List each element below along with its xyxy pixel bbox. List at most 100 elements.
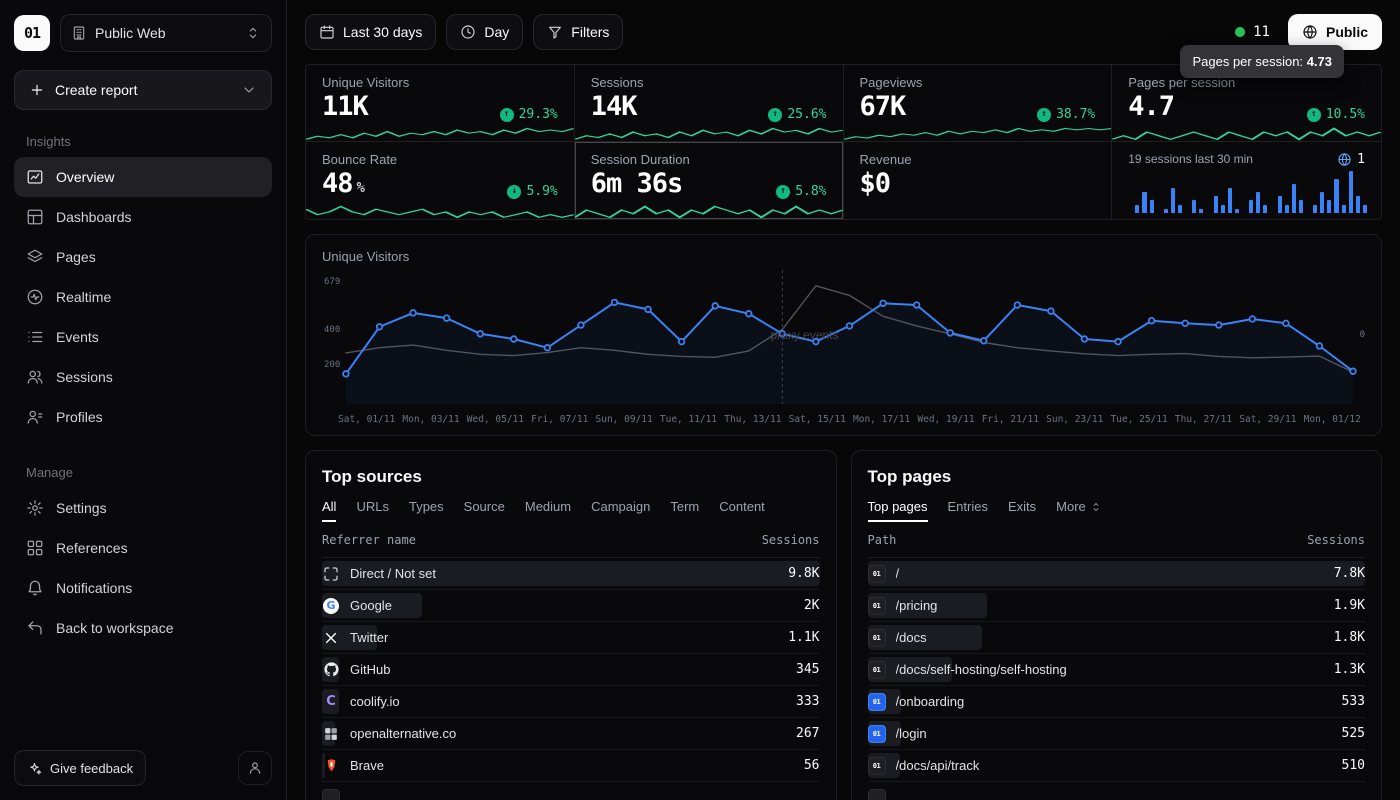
sidebar-item-references[interactable]: References: [14, 528, 272, 568]
table-row-partial[interactable]: [868, 782, 1366, 800]
tab-medium[interactable]: Medium: [525, 499, 571, 522]
x-tick-label: Mon, 03/11: [402, 414, 459, 425]
table-row[interactable]: GitHub 345: [322, 654, 820, 686]
x-tick-label: Mon, 01/12: [1304, 414, 1361, 425]
sidebar-item-profiles[interactable]: Profiles: [14, 397, 272, 437]
top-sources-card: Top sources All URLs Types Source Medium…: [305, 450, 837, 800]
live-bar: [1299, 200, 1303, 213]
openpanel-favicon: 01: [868, 597, 886, 615]
sidebar-item-events[interactable]: Events: [14, 317, 272, 357]
table-row[interactable]: 01 /login 525: [868, 718, 1366, 750]
create-report-button[interactable]: Create report: [14, 70, 272, 110]
content: Unique Visitors 11K ↑ 29.3% Sessions 14K…: [287, 64, 1400, 800]
live-bar: [1313, 205, 1317, 213]
table-row[interactable]: 01 /onboarding 533: [868, 686, 1366, 718]
table-row[interactable]: 01 /docs 1.8K: [868, 622, 1366, 654]
sessions-value: 7.8K: [1334, 566, 1365, 581]
metric-unique-visitors[interactable]: Unique Visitors 11K ↑ 29.3%: [306, 65, 575, 142]
change-badge: ↑ 38.7%: [1037, 107, 1095, 122]
table-row[interactable]: 01 / 7.8K: [868, 558, 1366, 590]
sparkles-icon: [27, 761, 42, 776]
tab-term[interactable]: Term: [670, 499, 699, 522]
data-point: [981, 338, 987, 344]
live-bar: [1192, 200, 1196, 213]
sidebar-item-pages[interactable]: Pages: [14, 237, 272, 277]
users-icon: [26, 368, 44, 386]
live-visitors-indicator[interactable]: 11: [1235, 24, 1270, 40]
interval-button[interactable]: Day: [446, 14, 523, 50]
user-profile-button[interactable]: [238, 751, 272, 785]
page-path: /: [896, 566, 900, 581]
sparkline-path: [1112, 129, 1381, 140]
tooltip-label: Pages per session:: [1192, 54, 1303, 69]
live-sessions-card[interactable]: 19 sessions last 30 min 1: [1112, 142, 1381, 219]
table-row[interactable]: 01 /docs/api/track 510: [868, 750, 1366, 782]
sidebar-item-sessions[interactable]: Sessions: [14, 357, 272, 397]
sidebar-footer: Give feedback: [14, 750, 272, 786]
sidebar-item-notifications[interactable]: Notifications: [14, 568, 272, 608]
metric-sessions[interactable]: Sessions 14K ↑ 25.6%: [575, 65, 844, 142]
data-point: [1048, 308, 1054, 314]
sidebar-item-overview[interactable]: Overview: [14, 157, 272, 197]
metric-session-duration[interactable]: Session Duration 6m 36s ↑ 5.8%: [575, 142, 844, 219]
change-badge: ↑ 10.5%: [1307, 107, 1365, 122]
table-row[interactable]: Brave 56: [322, 750, 820, 782]
give-feedback-button[interactable]: Give feedback: [14, 750, 146, 786]
sidebar-item-settings[interactable]: Settings: [14, 488, 272, 528]
change-value: 38.7%: [1056, 107, 1095, 122]
tab-top-pages[interactable]: Top pages: [868, 499, 928, 522]
tab-content[interactable]: Content: [719, 499, 765, 522]
tab-more[interactable]: More: [1056, 499, 1102, 522]
x-tick-label: Wed, 05/11: [467, 414, 524, 425]
table-row[interactable]: Twitter 1.1K: [322, 622, 820, 654]
sessions-value: 345: [796, 662, 819, 677]
chart-plot[interactable]: 200400679 proxy events 0: [322, 266, 1365, 406]
tab-entries[interactable]: Entries: [948, 499, 988, 522]
google-icon: G: [322, 597, 340, 615]
table-row[interactable]: openalternative.co 267: [322, 718, 820, 750]
table-row-partial[interactable]: [322, 782, 820, 800]
live-bar: [1178, 205, 1182, 213]
sessions-value: 56: [804, 758, 820, 773]
give-feedback-label: Give feedback: [50, 761, 133, 776]
live-bar: [1349, 171, 1353, 213]
table-row[interactable]: C coolify.io 333: [322, 686, 820, 718]
table-row[interactable]: 01 /docs/self-hosting/self-hosting 1.3K: [868, 654, 1366, 686]
sparkline: [1112, 126, 1381, 141]
tab-campaign[interactable]: Campaign: [591, 499, 650, 522]
filters-button[interactable]: Filters: [533, 14, 623, 50]
workspace-selector[interactable]: Public Web: [60, 14, 272, 52]
section-insights-label: Insights: [26, 134, 272, 149]
sparkline-path: [575, 207, 843, 218]
sidebar-item-realtime[interactable]: Realtime: [14, 277, 272, 317]
direct-icon: [322, 565, 340, 583]
metric-pageviews[interactable]: Pageviews 67K ↑ 38.7%: [844, 65, 1113, 142]
openpanel-favicon: 01: [868, 565, 886, 583]
tab-source[interactable]: Source: [464, 499, 505, 522]
tab-all[interactable]: All: [322, 499, 336, 522]
tab-types[interactable]: Types: [409, 499, 444, 522]
metric-bounce-rate[interactable]: Bounce Rate 48% ↓ 5.9%: [306, 142, 575, 219]
tab-urls[interactable]: URLs: [356, 499, 389, 522]
table-row[interactable]: G Google 2K: [322, 590, 820, 622]
x-tick-label: Thu, 27/11: [1175, 414, 1232, 425]
app-logo: 01: [14, 15, 50, 51]
chevron-down-icon[interactable]: [241, 82, 257, 98]
column-name-header: Referrer name: [322, 533, 416, 547]
metric-revenue[interactable]: Revenue $0: [844, 142, 1113, 219]
live-bar: [1342, 205, 1346, 213]
openpanel-favicon: [868, 789, 886, 800]
date-range-button[interactable]: Last 30 days: [305, 14, 436, 50]
live-sessions-label: 19 sessions last 30 min: [1128, 152, 1253, 166]
table-row[interactable]: Direct / Not set 9.8K: [322, 558, 820, 590]
y-tick-label: 400: [324, 325, 340, 335]
sidebar-item-dashboards[interactable]: Dashboards: [14, 197, 272, 237]
tab-exits[interactable]: Exits: [1008, 499, 1036, 522]
data-point: [511, 336, 517, 342]
list-icon: [26, 328, 44, 346]
sidebar-item-back-to-workspace[interactable]: Back to workspace: [14, 608, 272, 648]
sidebar-item-label: References: [56, 540, 128, 556]
table-row[interactable]: 01 /pricing 1.9K: [868, 590, 1366, 622]
live-bar: [1135, 205, 1139, 213]
top-pages-tabs: Top pages Entries Exits More: [868, 499, 1366, 522]
